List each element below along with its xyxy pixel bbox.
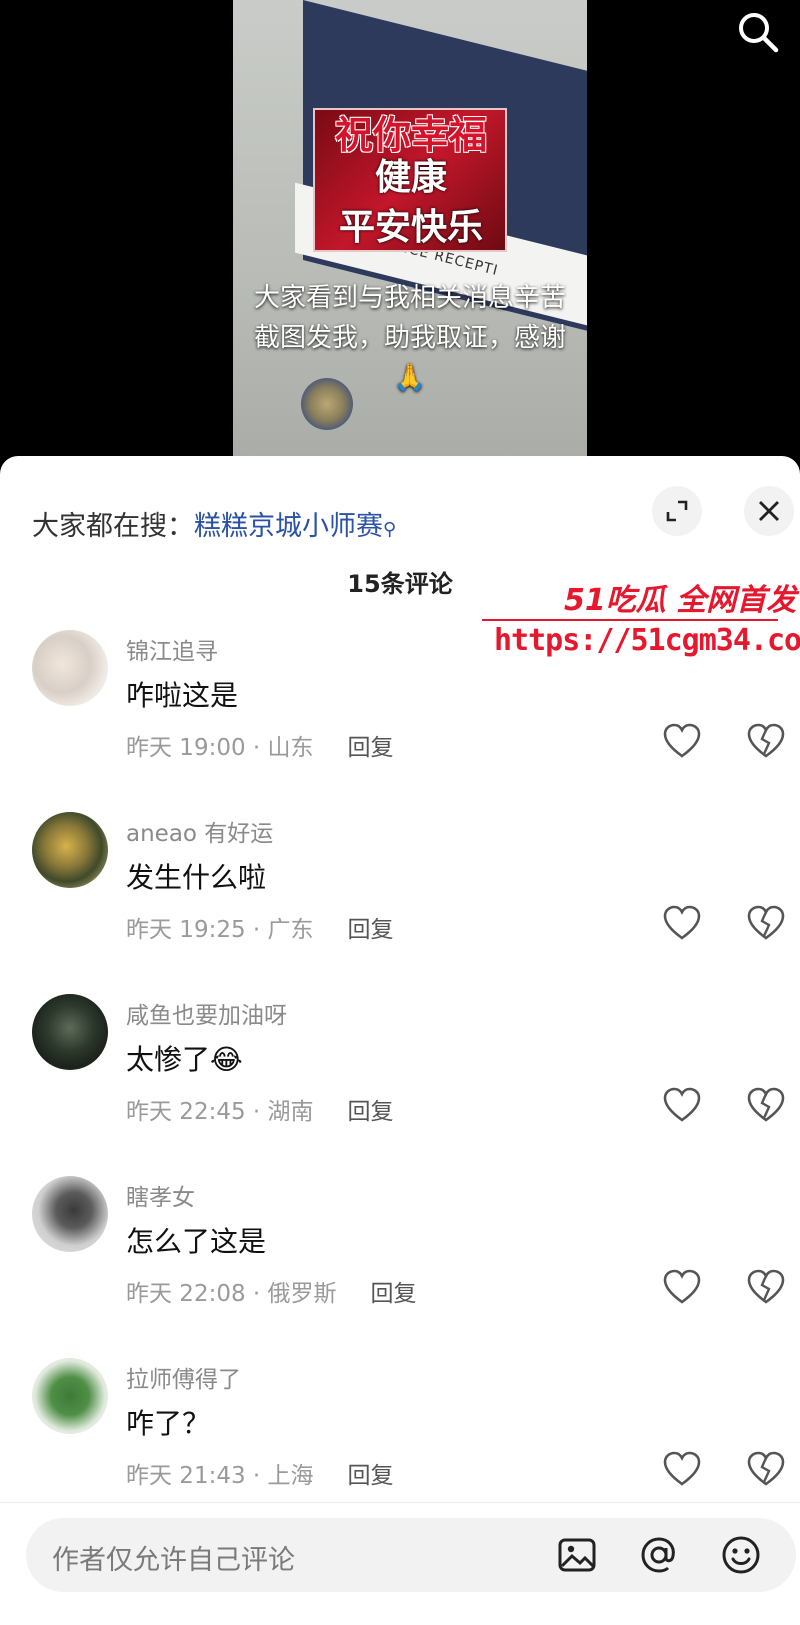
at-icon[interactable] xyxy=(638,1534,680,1576)
comment-item: 锦江追寻 咋啦这是 昨天 19:00 · 山东 回复 xyxy=(0,630,800,800)
heart-icon[interactable] xyxy=(662,722,702,762)
comment-text: 怎么了这是 xyxy=(126,1225,267,1258)
video-title-line3: 平安快乐 xyxy=(338,207,483,248)
reply-button[interactable]: 回复 xyxy=(348,917,394,943)
comment-item: aneao 有好运 发生什么啦 昨天 19:25 · 广东 回复 xyxy=(0,812,800,982)
video-caption: 大家看到与我相关消息辛苦截图发我，助我取证，感谢🙏 xyxy=(253,283,566,393)
reply-button[interactable]: 回复 xyxy=(348,1099,394,1125)
comment-author[interactable]: aneao 有好运 xyxy=(126,814,273,848)
broken-heart-icon[interactable] xyxy=(746,1450,786,1490)
avatar[interactable] xyxy=(32,812,108,888)
comment-input[interactable]: 作者仅允许自己评论 xyxy=(26,1518,796,1592)
heart-icon[interactable] xyxy=(662,1086,702,1126)
avatar[interactable] xyxy=(32,994,108,1070)
comment-meta: 昨天 19:00 · 山东 回复 xyxy=(126,728,394,762)
trending-label: 大家都在搜： xyxy=(32,511,194,542)
expand-button[interactable] xyxy=(652,486,702,536)
heart-icon[interactable] xyxy=(662,1268,702,1308)
search-icon[interactable] xyxy=(736,10,780,54)
comment-time: 昨天 19:25 · 广东 xyxy=(126,917,314,943)
reply-button[interactable]: 回复 xyxy=(348,735,394,761)
expand-icon xyxy=(666,500,688,522)
image-icon[interactable] xyxy=(556,1534,598,1576)
comment-author[interactable]: 锦江追寻 xyxy=(126,632,218,666)
divider xyxy=(0,1502,800,1503)
broken-heart-icon[interactable] xyxy=(746,1268,786,1308)
avatar[interactable] xyxy=(32,630,108,706)
comment-meta: 昨天 21:43 · 上海 回复 xyxy=(126,1456,394,1490)
comment-meta: 昨天 22:08 · 俄罗斯 回复 xyxy=(126,1274,417,1308)
comment-meta: 昨天 22:45 · 湖南 回复 xyxy=(126,1092,394,1126)
comment-time: 昨天 22:08 · 俄罗斯 xyxy=(126,1281,337,1307)
video-frame: POLICE RECEPTI 祝你幸福 健康 平安快乐 大家看到与我相关消息辛苦… xyxy=(233,0,587,470)
comment-author[interactable]: 咸鱼也要加油呀 xyxy=(126,996,287,1030)
reply-button[interactable]: 回复 xyxy=(348,1463,394,1489)
broken-heart-icon[interactable] xyxy=(746,722,786,762)
close-icon xyxy=(759,501,779,521)
comment-text: 咋了？ xyxy=(126,1407,211,1440)
comment-author[interactable]: 拉师傅得了 xyxy=(126,1360,241,1394)
heart-icon[interactable] xyxy=(662,904,702,944)
comment-meta: 昨天 19:25 · 广东 回复 xyxy=(126,910,394,944)
video-title-line2: 健康 xyxy=(374,157,447,198)
comment-text: 太惨了😂 xyxy=(126,1043,243,1076)
broken-heart-icon[interactable] xyxy=(746,904,786,944)
avatar[interactable] xyxy=(32,1358,108,1434)
comment-author[interactable]: 瞎孝女 xyxy=(126,1178,195,1212)
close-button[interactable] xyxy=(744,486,794,536)
comment-text: 发生什么啦 xyxy=(126,861,267,894)
broken-heart-icon[interactable] xyxy=(746,1086,786,1126)
emoji-icon[interactable] xyxy=(720,1534,762,1576)
comment-item: 咸鱼也要加油呀 太惨了😂 昨天 22:45 · 湖南 回复 xyxy=(0,994,800,1164)
video-area[interactable]: POLICE RECEPTI 祝你幸福 健康 平安快乐 大家看到与我相关消息辛苦… xyxy=(0,0,800,470)
comment-time: 昨天 19:00 · 山东 xyxy=(126,735,314,761)
reply-button[interactable]: 回复 xyxy=(371,1281,417,1307)
comment-time: 昨天 22:45 · 湖南 xyxy=(126,1099,314,1125)
avatar[interactable] xyxy=(32,1176,108,1252)
comment-item: 瞎孝女 怎么了这是 昨天 22:08 · 俄罗斯 回复 xyxy=(0,1176,800,1346)
comment-text: 咋啦这是 xyxy=(126,679,239,712)
heart-icon[interactable] xyxy=(662,1450,702,1490)
trending-link[interactable]: 糕糕京城小师赛 xyxy=(194,511,383,542)
search-mini-icon: ⚲ xyxy=(383,519,397,540)
comment-input-placeholder: 作者仅允许自己评论 xyxy=(52,1545,295,1576)
watermark-line xyxy=(482,619,778,621)
trending-search[interactable]: 大家都在搜：糕糕京城小师赛⚲ xyxy=(32,504,396,543)
comment-time: 昨天 21:43 · 上海 xyxy=(126,1463,314,1489)
watermark-brand: 51吃瓜 全网首发 xyxy=(564,583,797,618)
